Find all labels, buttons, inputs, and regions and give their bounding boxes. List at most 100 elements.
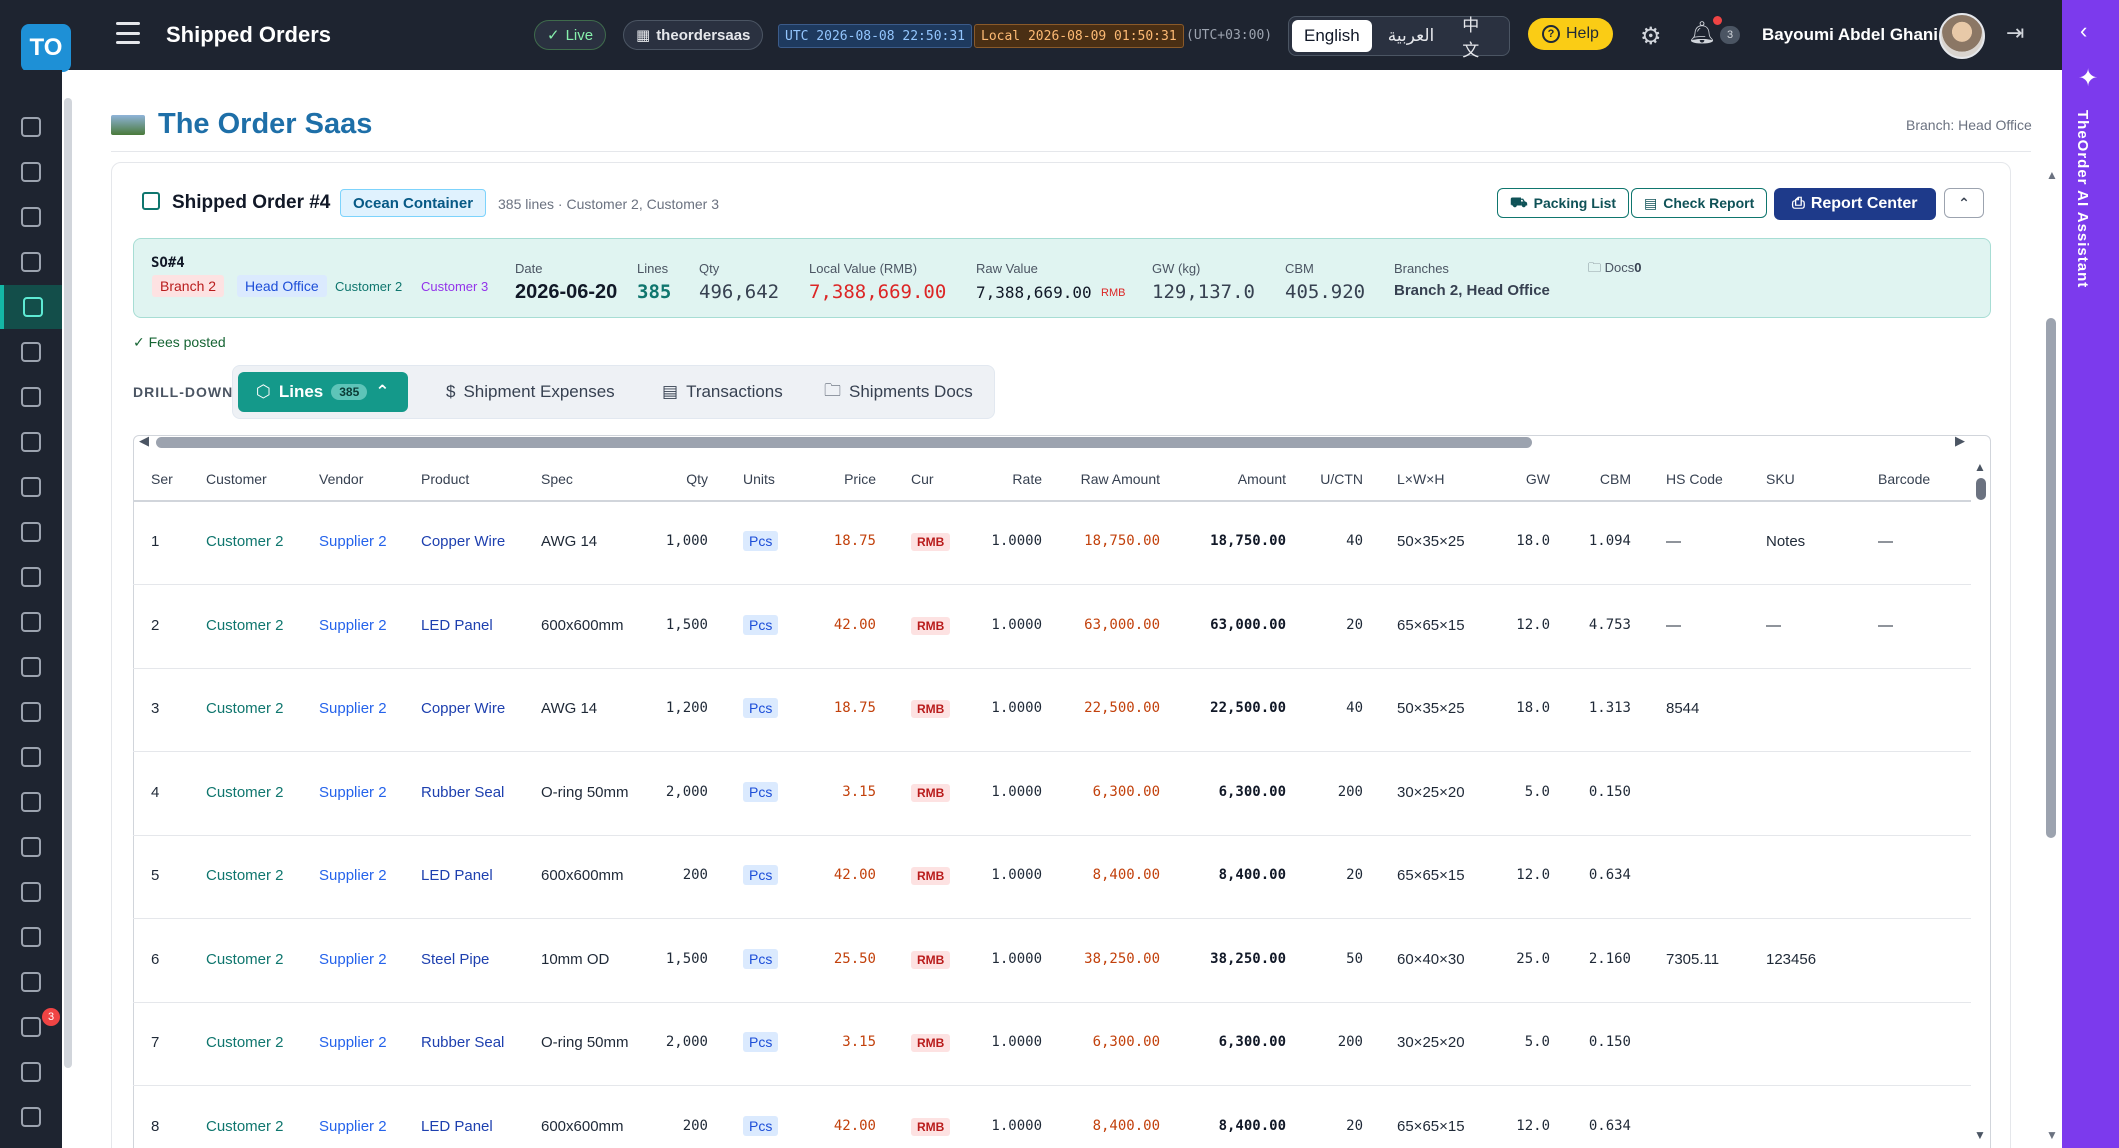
bell-icon[interactable]: 🔔︎ (1688, 20, 1716, 46)
horizontal-scrollbar[interactable] (156, 437, 1532, 448)
column-header[interactable]: Qty (588, 471, 708, 487)
scroll-up-icon[interactable]: ▲ (1974, 460, 1986, 474)
column-header[interactable]: Spec (541, 471, 573, 487)
sidebar-item-products[interactable] (0, 330, 62, 374)
sidebar-item-users[interactable] (0, 420, 62, 464)
column-header[interactable]: Product (421, 471, 469, 487)
cell-customer[interactable]: Customer 2 (206, 617, 284, 634)
chart-icon (21, 882, 41, 902)
sparkle-icon[interactable]: ✦ (2078, 64, 2098, 93)
collapse-button[interactable]: ⌃ (1944, 188, 1984, 218)
sidebar-item-analytics[interactable] (0, 915, 62, 959)
tab-shipment-expenses[interactable]: $ Shipment Expenses (428, 372, 633, 412)
help-button[interactable]: ? Help (1528, 18, 1613, 50)
sidebar-item-team[interactable] (0, 1050, 62, 1094)
sidebar-item-invoices[interactable] (0, 600, 62, 644)
cell-vendor[interactable]: Supplier 2 (319, 784, 387, 801)
lang-arabic[interactable]: العربية (1376, 20, 1446, 52)
sidebar-item-vehicles[interactable] (0, 555, 62, 599)
cell-product[interactable]: Steel Pipe (421, 951, 489, 968)
user-name[interactable]: Bayoumi Abdel Ghani (1762, 25, 1938, 45)
sidebar-item-book[interactable] (0, 780, 62, 824)
cell-vendor[interactable]: Supplier 2 (319, 700, 387, 717)
sidebar-item-shipped-orders[interactable] (0, 285, 62, 329)
column-header[interactable]: Barcode (1878, 471, 1930, 487)
chevron-left-icon[interactable]: ‹ (2080, 18, 2087, 44)
scroll-right-icon[interactable]: ▶ (1955, 433, 1965, 449)
column-header[interactable]: U/CTN (1243, 471, 1363, 487)
cell-vendor[interactable]: Supplier 2 (319, 1118, 387, 1135)
sidebar-item-wallet[interactable] (0, 645, 62, 689)
table-row (133, 1001, 1971, 1003)
cell-customer[interactable]: Customer 2 (206, 951, 284, 968)
cell-vendor[interactable]: Supplier 2 (319, 951, 387, 968)
cell-vendor[interactable]: Supplier 2 (319, 617, 387, 634)
scroll-left-icon[interactable]: ◀ (139, 433, 149, 449)
sidebar-item-settings[interactable] (0, 1095, 62, 1139)
menu-icon[interactable] (116, 22, 140, 44)
column-header[interactable]: Customer (206, 471, 267, 487)
column-header[interactable]: SKU (1766, 471, 1795, 487)
sidebar-item-contacts[interactable] (0, 465, 62, 509)
cell-product[interactable]: LED Panel (421, 617, 493, 634)
column-header[interactable]: Raw Amount (1040, 471, 1160, 487)
cell-customer[interactable]: Customer 2 (206, 533, 284, 550)
cell-customer[interactable]: Customer 2 (206, 1118, 284, 1135)
vertical-scrollbar[interactable] (1976, 478, 1986, 500)
sidebar-item-checklist[interactable] (0, 240, 62, 284)
cell-product[interactable]: Copper Wire (421, 700, 505, 717)
cell-product[interactable]: LED Panel (421, 1118, 493, 1135)
column-header[interactable]: Ser (151, 471, 173, 487)
tab-lines[interactable]: ⬡ Lines 385 ⌃ (238, 372, 408, 412)
sidebar-item-finance[interactable] (0, 825, 62, 869)
cell-vendor[interactable]: Supplier 2 (319, 867, 387, 884)
utc-clock: UTC 2026-08-08 22:50:31 (778, 24, 973, 48)
sidebar-item-dashboard[interactable] (0, 105, 62, 149)
app-logo[interactable]: TO (21, 24, 71, 72)
sidebar-item-reports[interactable] (0, 870, 62, 914)
cell-product[interactable]: LED Panel (421, 867, 493, 884)
sidebar-item-documents[interactable] (0, 735, 62, 779)
column-header[interactable]: Vendor (319, 471, 363, 487)
cell-product[interactable]: Copper Wire (421, 533, 505, 550)
sidebar-item-person[interactable] (0, 510, 62, 554)
page-scroll-down-icon[interactable]: ▼ (2046, 1128, 2058, 1142)
ai-assistant-label[interactable]: TheOrder AI Assistant (2074, 110, 2091, 288)
check-report-button[interactable]: ▤ Check Report (1631, 188, 1768, 218)
sidebar-item-orders[interactable] (0, 150, 62, 194)
tab-shipments-docs[interactable]: 🗀︎ Shipments Docs (806, 372, 991, 412)
avatar[interactable] (1939, 13, 1985, 59)
sidebar-item-inbox[interactable] (0, 960, 62, 1004)
docs-link[interactable]: 🗀︎ Docs0 (1588, 259, 1642, 281)
logout-icon[interactable]: ⇥ (2006, 20, 2024, 46)
cell-product[interactable]: Rubber Seal (421, 784, 504, 801)
cell-qty: 200 (682, 1117, 708, 1134)
column-header[interactable]: HS Code (1666, 471, 1723, 487)
column-header[interactable]: Rate (922, 471, 1042, 487)
tab-transactions[interactable]: ▤ Transactions (644, 372, 801, 412)
cell-customer[interactable]: Customer 2 (206, 784, 284, 801)
report-center-button[interactable]: ⎙ Report Center (1774, 188, 1936, 220)
column-header[interactable]: CBM (1511, 471, 1631, 487)
cell-product[interactable]: Rubber Seal (421, 1034, 504, 1051)
cell-ser: 6 (151, 950, 160, 968)
cell-customer[interactable]: Customer 2 (206, 1034, 284, 1051)
cell-vendor[interactable]: Supplier 2 (319, 1034, 387, 1051)
page-scroll-up-icon[interactable]: ▲ (2046, 168, 2058, 182)
packing-list-button[interactable]: ⛟ Packing List (1497, 188, 1630, 218)
cell-customer[interactable]: Customer 2 (206, 700, 284, 717)
column-header[interactable]: Price (756, 471, 876, 487)
gear-icon[interactable]: ⚙ (1640, 22, 1662, 51)
sidebar-item-cart[interactable] (0, 195, 62, 239)
lang-english[interactable]: English (1292, 20, 1372, 52)
lang-chinese[interactable]: 中文 (1450, 16, 1506, 60)
tenant-selector[interactable]: ▦ theordersaas (623, 20, 764, 50)
cell-vendor[interactable]: Supplier 2 (319, 533, 387, 550)
page-scrollbar[interactable] (2046, 318, 2056, 838)
sidebar-scrollbar[interactable] (64, 98, 72, 1068)
cell-cbm: 0.150 (1588, 783, 1631, 800)
cell-customer[interactable]: Customer 2 (206, 867, 284, 884)
sidebar-item-bank[interactable] (0, 690, 62, 734)
sidebar-item-layers[interactable] (0, 375, 62, 419)
scroll-down-icon[interactable]: ▼ (1974, 1128, 1986, 1142)
